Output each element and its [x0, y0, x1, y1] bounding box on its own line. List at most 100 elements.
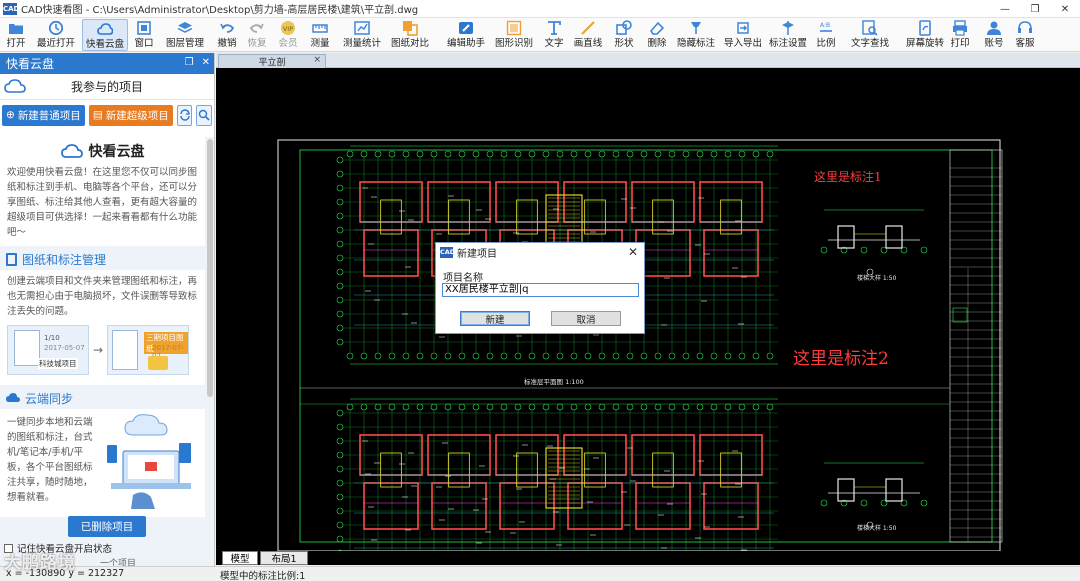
toolbar-label: 标注设置: [768, 38, 807, 49]
toolbar-rotate-screen-button[interactable]: 屏幕旋转: [906, 19, 944, 51]
cloud-icon: [96, 21, 114, 37]
maximize-button[interactable]: ❐: [1020, 0, 1050, 18]
toolbar-measure-button[interactable]: 测量: [306, 19, 334, 51]
toolbar-hide-annotation-button[interactable]: 隐藏标注: [676, 19, 716, 51]
cloud-icon[interactable]: [4, 78, 26, 94]
tab-model[interactable]: 模型: [222, 551, 258, 565]
toolbar-line-button[interactable]: 画直线: [572, 19, 604, 51]
toolbar-vip-button[interactable]: VIP 会员: [274, 19, 302, 51]
toolbar-cloud-button[interactable]: 快看云盘: [82, 19, 128, 51]
toolbar-label: 快看云盘: [85, 39, 124, 50]
annotation-settings-icon: [779, 20, 797, 36]
app-logo-icon: CAD: [3, 2, 20, 15]
deleted-projects-button[interactable]: 已删除项目: [68, 516, 146, 537]
layers-icon: [176, 20, 194, 36]
new-normal-project-button[interactable]: ⊕ 新建普通项目: [2, 104, 85, 126]
app-logo-icon: CAD: [440, 247, 456, 258]
plan-caption: 标准层平面图 1:100: [524, 378, 584, 386]
close-window-button[interactable]: ✕: [1050, 0, 1080, 18]
search-icon: [198, 109, 210, 121]
search-button[interactable]: [196, 104, 212, 126]
status-bar: x = -130890 y = 212327 模型中的标注比例:1: [0, 566, 1080, 581]
annotation-1[interactable]: 这里是标注1: [814, 168, 882, 185]
toolbar-label: 恢复: [247, 38, 267, 49]
detail-caption-1: 楼梯大样 1:50: [857, 275, 897, 282]
svg-text:VIP: VIP: [283, 25, 293, 33]
toolbar-label: 打开: [6, 38, 26, 49]
toolbar-measure-stats-button[interactable]: 测量统计: [338, 19, 386, 51]
measure-stats-icon: [353, 20, 371, 36]
eraser-icon: [648, 20, 666, 36]
cancel-button[interactable]: 取消: [551, 311, 621, 326]
tab-active-drawing[interactable]: 平立剖 ×: [218, 54, 326, 68]
window-icon: [135, 20, 153, 36]
toolbar-support-button[interactable]: 客服: [1012, 19, 1038, 51]
compare-icon: [401, 20, 419, 36]
toolbar-label: 最近打开: [36, 38, 75, 49]
toolbar-eraser-button[interactable]: 删除: [644, 19, 670, 51]
toolbar-text-search-button[interactable]: 文字查找: [844, 19, 896, 51]
welcome-title: 快看云盘: [7, 137, 198, 165]
cloud-sync-card: 一键同步本地和云端的图纸和标注，台式机/笔记本/手机/平板，各个平台图纸标注共享…: [0, 409, 205, 517]
layout-tabs: 模型 布局1: [216, 551, 1080, 565]
drawing-canvas[interactable]: 这里是标注1 这里是标注2 标准层平面图 1:100 楼梯大样 1:50 楼梯大…: [216, 68, 1080, 551]
cloud-intro-scroll[interactable]: 快看云盘 欢迎使用快看云盘！在这里您不仅可以同步图纸和标注到手机、电脑等各个平台…: [0, 137, 214, 567]
toolbar-label: 打印: [950, 38, 970, 49]
shape-recognize-icon: [505, 20, 523, 36]
my-projects-title[interactable]: 我参与的项目: [0, 78, 214, 95]
toolbar-import-export-button[interactable]: 导入导出: [720, 19, 766, 51]
title-bar: CAD CAD快速看图 - C:\Users\Administrator\Des…: [0, 0, 1080, 18]
sync-button[interactable]: [176, 104, 193, 126]
toolbar-layers-button[interactable]: 图层管理: [162, 19, 208, 51]
line-icon: [579, 20, 597, 36]
annotation-2[interactable]: 这里是标注2: [793, 344, 889, 369]
toolbar-account-button[interactable]: 账号: [981, 19, 1007, 51]
cloud-panel-header: 快看云盘 ❐ ✕: [0, 53, 214, 74]
toolbar-scale-button[interactable]: A:B 比例: [814, 19, 838, 51]
toolbar-shape-recognize-button[interactable]: 图形识别: [494, 19, 534, 51]
project-name-input[interactable]: XX居民楼平立剖|q: [442, 283, 639, 297]
toolbar-open-button[interactable]: 打开: [2, 19, 30, 51]
panel-scrollbar[interactable]: [207, 139, 213, 397]
sync-illustration: [103, 413, 195, 513]
toolbar-print-button[interactable]: 打印: [948, 19, 972, 51]
section-drawing-management: 图纸和标注管理: [0, 248, 205, 270]
cad-viewer-app: CAD CAD快速看图 - C:\Users\Administrator\Des…: [0, 0, 1080, 581]
toolbar-label: 测量: [310, 38, 330, 49]
create-button[interactable]: 新建: [460, 311, 530, 326]
toolbar-recent-button[interactable]: 最近打开: [34, 19, 78, 51]
panel-restore-icon[interactable]: ❐: [185, 57, 194, 68]
measure-icon: [311, 20, 329, 36]
minimize-button[interactable]: —: [990, 0, 1020, 18]
management-illustration: 1/10 2017-05-07 科技城项目 → 三期项目图纸 2017-07-0…: [7, 319, 198, 381]
toolbar-text-button[interactable]: 文字: [540, 19, 568, 51]
panel-close-icon[interactable]: ✕: [202, 57, 210, 68]
toolbar-undo-button[interactable]: 撤销: [214, 19, 240, 51]
drawing-management-text: 创建云端项目和文件夹来管理图纸和标注，再也无需担心由于电脑损坏，文件误删等导致标…: [7, 276, 198, 317]
hide-annotation-icon: [687, 20, 705, 36]
toolbar-edit-assist-button[interactable]: 编辑助手: [442, 19, 490, 51]
toolbar-window-button[interactable]: 窗口: [130, 19, 158, 51]
tab-close-icon[interactable]: ×: [313, 55, 321, 65]
arrow-right-icon: →: [93, 343, 104, 357]
toolbar-shape-button[interactable]: 形状: [610, 19, 638, 51]
account-icon: [985, 20, 1003, 36]
tab-layout1[interactable]: 布局1: [260, 551, 308, 565]
window-controls: — ❐ ✕: [990, 0, 1080, 18]
toolbar-annotation-settings-button[interactable]: 标注设置: [768, 19, 808, 51]
text-icon: [545, 20, 563, 36]
toolbar-label: 图形识别: [494, 38, 533, 49]
toolbar-redo-button[interactable]: 恢复: [244, 19, 270, 51]
toolbar-label: 编辑助手: [446, 38, 485, 49]
cloud-panel-title: 快看云盘: [6, 57, 55, 71]
project-actions: ⊕ 新建普通项目 ▤ 新建超级项目: [0, 100, 214, 130]
new-project-dialog: CAD 新建项目 ✕ 项目名称 XX居民楼平立剖|q 新建 取消: [435, 242, 645, 334]
toolbar-compare-button[interactable]: 图纸对比: [391, 19, 429, 51]
cad-drawing[interactable]: [216, 68, 1080, 551]
toolbar-label: 导入导出: [723, 38, 762, 49]
new-super-project-button[interactable]: ▤ 新建超级项目: [88, 104, 173, 126]
dialog-title: 新建项目: [457, 249, 497, 260]
annotation-scale-text: 模型中的标注比例:1: [220, 571, 306, 581]
cloud-panel: 快看云盘 ❐ ✕ 我参与的项目 ⊕ 新建普通项目 ▤ 新建超级项目 快看云盘 欢…: [0, 53, 215, 567]
dialog-close-button[interactable]: ✕: [628, 245, 638, 259]
